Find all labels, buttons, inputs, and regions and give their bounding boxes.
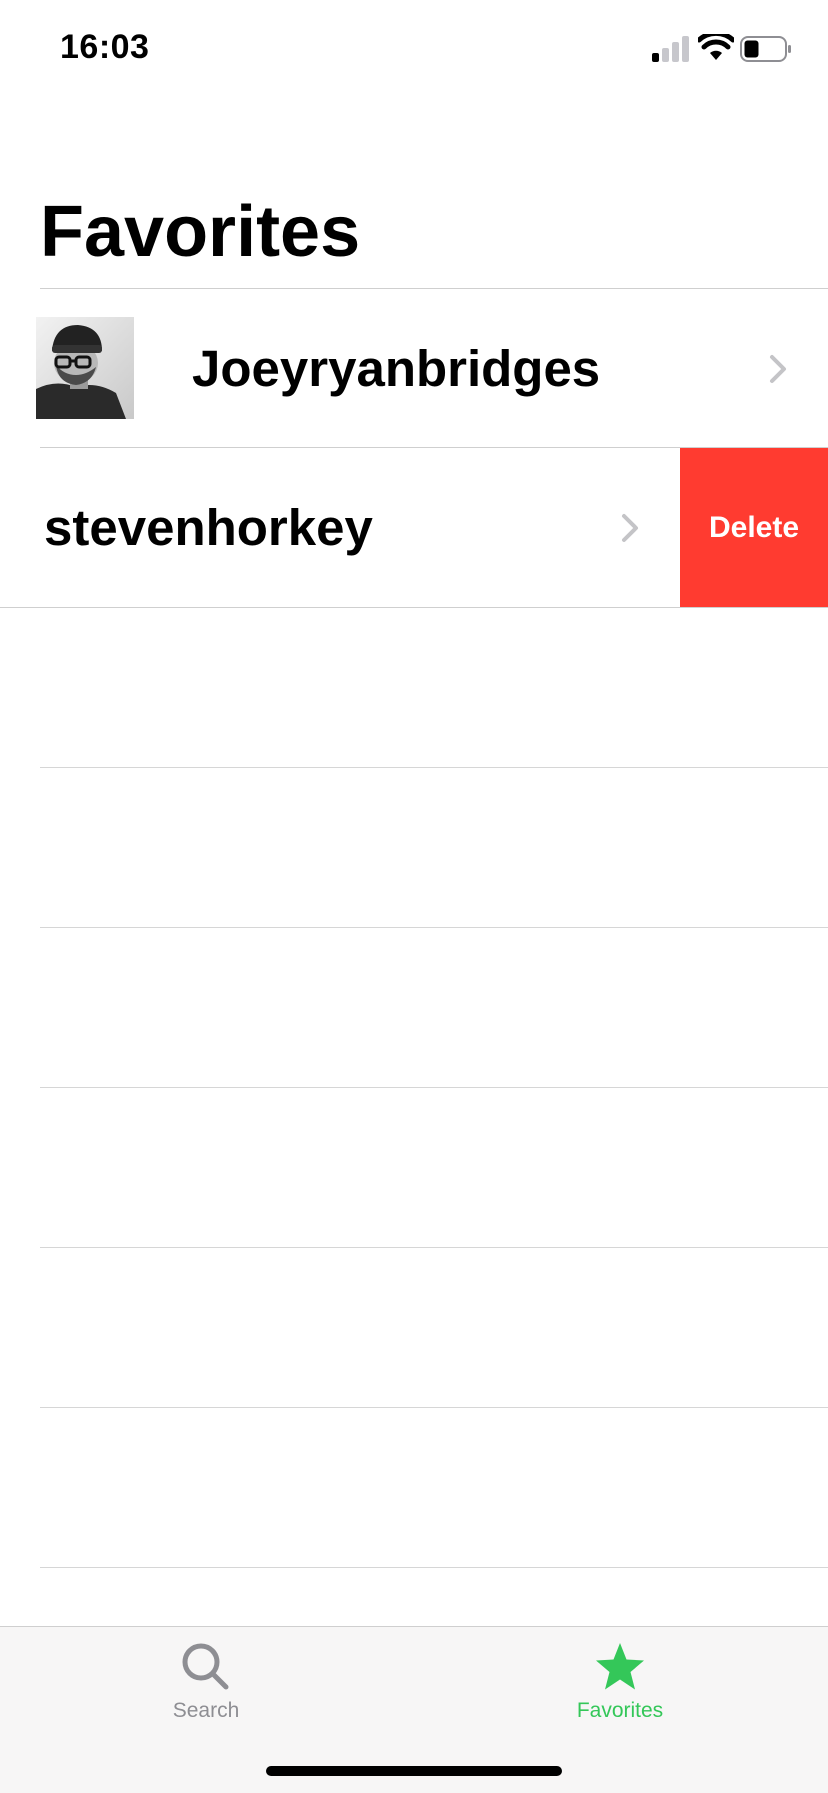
divider [40,767,828,768]
home-indicator[interactable] [266,1766,562,1776]
divider [0,607,828,608]
divider [40,1567,828,1568]
cellular-signal-icon [652,36,689,62]
divider [40,1247,828,1248]
tab-label: Favorites [576,1699,664,1722]
divider [40,1087,828,1088]
tab-favorites[interactable]: Favorites [520,1627,720,1737]
favorite-name: stevenhorkey [44,499,373,556]
chevron-right-icon [770,355,786,383]
status-time: 16:03 [60,28,150,66]
battery-icon [740,36,791,62]
divider [40,927,828,928]
favorite-row[interactable]: Joeyryanbridges [0,289,828,448]
star-icon [596,1643,644,1690]
chevron-right-icon [622,514,638,542]
status-bar: 16:03 [0,0,828,100]
favorite-row[interactable]: stevenhorkey Delete [0,448,828,607]
page-title: Favorites [40,192,361,272]
wifi-icon [698,34,734,60]
tab-search[interactable]: Search [106,1627,306,1737]
favorite-name: Joeyryanbridges [192,340,601,397]
search-icon [182,1643,229,1690]
avatar [36,317,134,419]
delete-button[interactable]: Delete [680,448,828,607]
tab-label: Search [172,1699,240,1722]
divider [40,1407,828,1408]
